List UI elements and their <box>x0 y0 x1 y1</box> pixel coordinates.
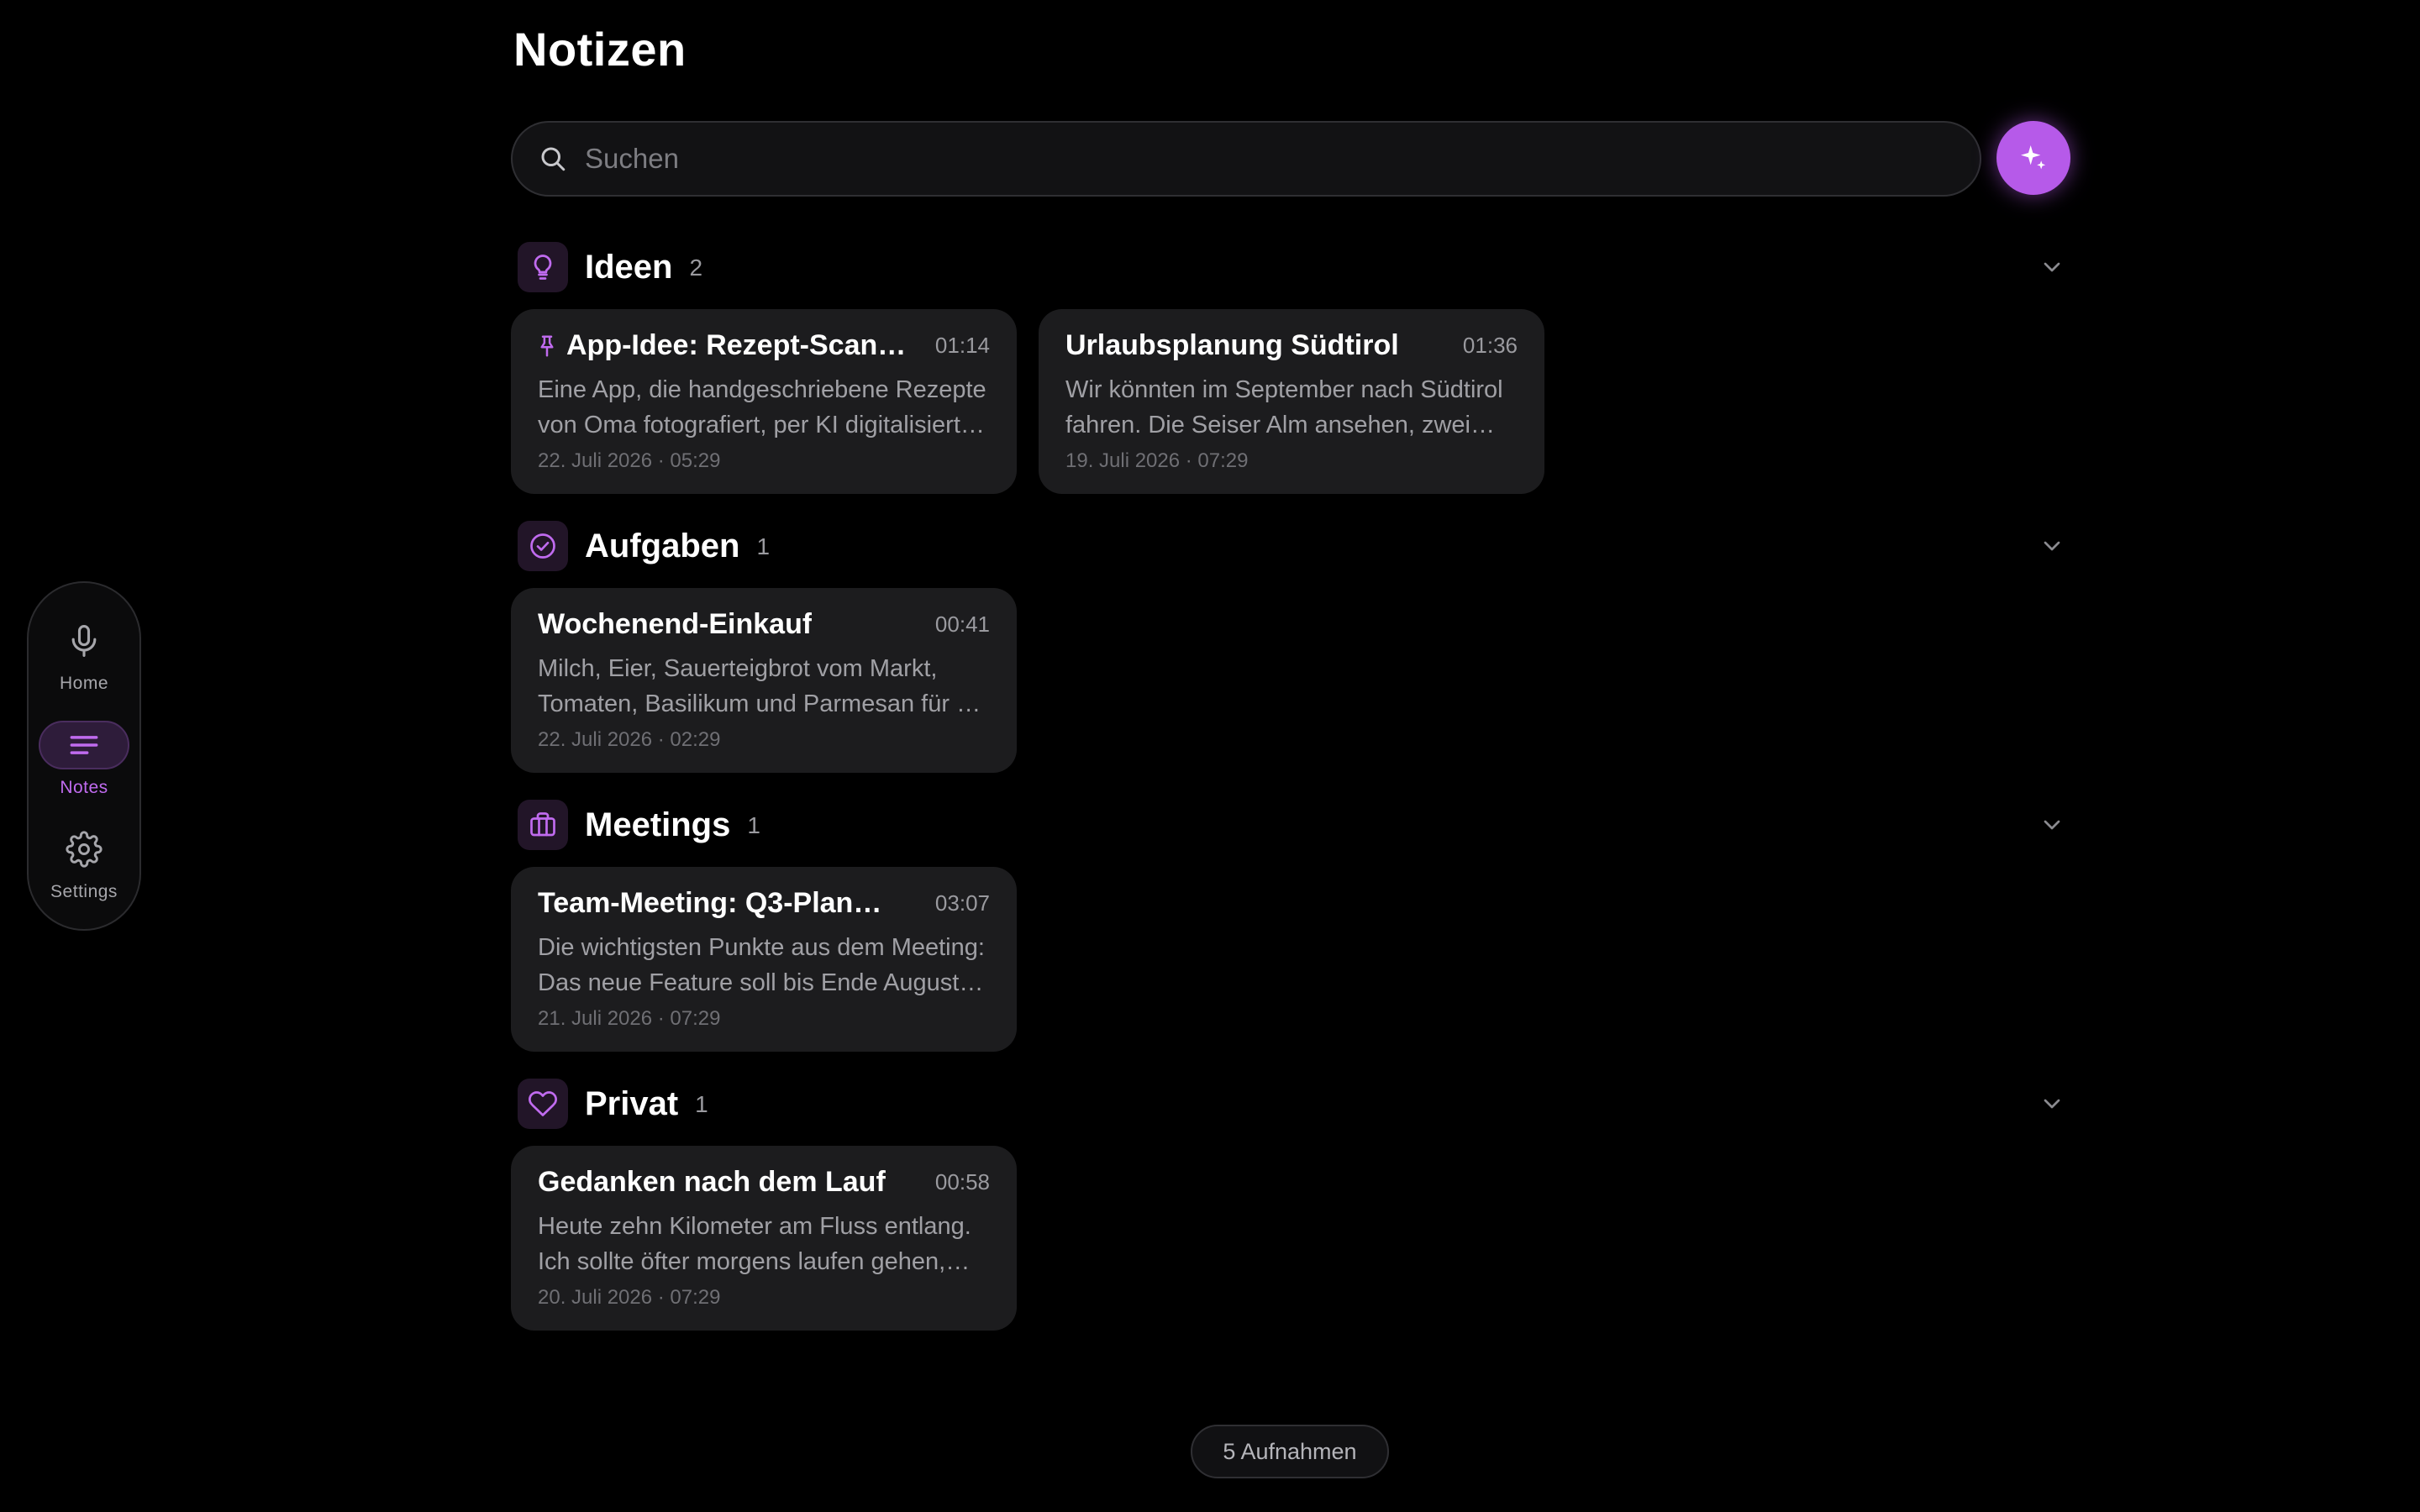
note-card-header: Urlaubsplanung Südtirol 01:36 <box>1065 329 1518 362</box>
note-duration: 00:58 <box>934 1169 990 1194</box>
note-cards: Team-Meeting: Q3-Planung 03:07 Die wicht… <box>511 867 2065 1052</box>
note-preview: Milch, Eier, Sauerteigbrot vom Markt, To… <box>538 655 989 717</box>
section-header[interactable]: Privat 1 <box>511 1077 2065 1131</box>
note-card[interactable]: Team-Meeting: Q3-Planung 03:07 Die wicht… <box>511 867 1017 1052</box>
note-title-wrap: Wochenend-Einkauf <box>538 608 812 641</box>
section-header[interactable]: Ideen 2 <box>511 240 2065 294</box>
section-title: Ideen <box>585 248 673 286</box>
note-title: Urlaubsplanung Südtirol <box>1065 329 1399 361</box>
note-title-wrap: Gedanken nach dem Lauf <box>538 1166 886 1199</box>
note-cards: App-Idee: Rezept-Scanner 01:14 Eine App,… <box>511 309 2065 494</box>
notes-icon <box>70 736 98 754</box>
note-title: Wochenend-Einkauf <box>538 608 813 640</box>
note-duration: 03:07 <box>934 890 990 916</box>
nav-item-notes[interactable]: Notes <box>34 721 134 825</box>
nav-label-settings: Settings <box>50 882 118 901</box>
check-circle-icon <box>530 533 555 559</box>
note-title-wrap: Urlaubsplanung Südtirol <box>1065 329 1399 362</box>
nav-item-home[interactable]: Home <box>34 617 134 721</box>
section-meetings: Meetings 1 Team-Meeting: Q3-Planung 03:0… <box>511 798 2065 1052</box>
ai-sparkle-button[interactable] <box>1996 121 2070 195</box>
gear-icon <box>66 831 103 868</box>
note-title: App-Idee: Rezept-Scanner <box>566 329 919 361</box>
section-aufgaben: Aufgaben 1 Wochenend-Einkauf 00:41 Milch… <box>511 519 2065 773</box>
section-count: 1 <box>747 812 760 838</box>
note-card-header: App-Idee: Rezept-Scanner 01:14 <box>538 329 990 362</box>
note-card-header: Team-Meeting: Q3-Planung 03:07 <box>538 887 990 920</box>
section-title: Privat <box>585 1084 679 1122</box>
note-title-wrap: Team-Meeting: Q3-Planung <box>538 887 891 920</box>
note-card[interactable]: App-Idee: Rezept-Scanner 01:14 Eine App,… <box>511 309 1017 494</box>
note-card-header: Wochenend-Einkauf 00:41 <box>538 608 990 641</box>
note-card[interactable]: Urlaubsplanung Südtirol 01:36 Wir könnte… <box>1039 309 1544 494</box>
section-header[interactable]: Aufgaben 1 <box>511 519 2065 573</box>
section-count: 1 <box>756 533 771 559</box>
note-date: 20. Juli 2026 · 07:29 <box>538 1286 721 1309</box>
note-preview: Wir könnten im September nach Südtirol f… <box>1065 376 1503 438</box>
heart-icon <box>529 1091 557 1116</box>
chevron-down-icon[interactable] <box>2039 254 2065 281</box>
note-duration: 01:14 <box>934 333 990 358</box>
lightbulb-icon <box>534 255 552 280</box>
note-card[interactable]: Gedanken nach dem Lauf 00:58 Heute zehn … <box>511 1146 1017 1331</box>
note-preview: Die wichtigsten Punkte aus dem Meeting: … <box>538 934 985 996</box>
nav-icon-wrap <box>39 721 129 769</box>
section-title: Aufgaben <box>585 527 740 564</box>
note-preview: Eine App, die handgeschriebene Rezepte v… <box>538 376 986 438</box>
note-cards: Wochenend-Einkauf 00:41 Milch, Eier, Sau… <box>511 588 2065 773</box>
section-title: Meetings <box>585 806 731 843</box>
recordings-count-badge: 5 Aufnahmen <box>1191 1425 1389 1478</box>
chevron-down-icon[interactable] <box>2039 1090 2065 1117</box>
side-navigation: Home Notes Settings <box>27 581 141 931</box>
note-cards: Gedanken nach dem Lauf 00:58 Heute zehn … <box>511 1146 2065 1331</box>
note-date: 19. Juli 2026 · 07:29 <box>1065 449 1249 472</box>
note-preview: Heute zehn Kilometer am Fluss entlang. I… <box>538 1213 971 1275</box>
nav-icon-wrap <box>39 825 129 874</box>
search-icon <box>541 147 566 171</box>
search-input[interactable] <box>585 143 1929 175</box>
briefcase-icon <box>530 812 555 837</box>
nav-item-settings[interactable]: Settings <box>34 825 134 929</box>
microphone-icon <box>71 625 97 657</box>
category-icon-box <box>518 1079 568 1129</box>
search-bar[interactable] <box>511 121 1981 197</box>
section-ideen: Ideen 2 App-Idee: Rezept-Scanner 01:14 E… <box>511 240 2065 494</box>
nav-label-notes: Notes <box>60 778 108 797</box>
page-title: Notizen <box>513 23 687 76</box>
note-title: Team-Meeting: Q3-Planung <box>538 887 891 919</box>
note-card[interactable]: Wochenend-Einkauf 00:41 Milch, Eier, Sau… <box>511 588 1017 773</box>
sparkle-icon <box>2021 145 2046 170</box>
note-title-wrap: App-Idee: Rezept-Scanner <box>538 329 919 362</box>
note-title: Gedanken nach dem Lauf <box>538 1166 886 1198</box>
chevron-down-icon[interactable] <box>2039 811 2065 838</box>
section-header[interactable]: Meetings 1 <box>511 798 2065 852</box>
category-icon-box <box>518 800 568 850</box>
note-duration: 01:36 <box>1462 333 1518 358</box>
category-icon-box <box>518 242 568 292</box>
category-icon-box <box>518 521 568 571</box>
note-card-header: Gedanken nach dem Lauf 00:58 <box>538 1166 990 1199</box>
nav-icon-wrap <box>39 617 129 665</box>
pin-icon <box>540 335 554 356</box>
nav-label-home: Home <box>59 674 109 693</box>
section-count: 2 <box>689 255 703 281</box>
note-duration: 00:41 <box>934 612 990 637</box>
note-date: 22. Juli 2026 · 05:29 <box>538 449 721 472</box>
note-date: 21. Juli 2026 · 07:29 <box>538 1007 721 1030</box>
section-privat: Privat 1 Gedanken nach dem Lauf 00:58 He… <box>511 1077 2065 1331</box>
section-count: 1 <box>695 1091 708 1117</box>
chevron-down-icon[interactable] <box>2039 533 2065 559</box>
note-date: 22. Juli 2026 · 02:29 <box>538 728 721 751</box>
